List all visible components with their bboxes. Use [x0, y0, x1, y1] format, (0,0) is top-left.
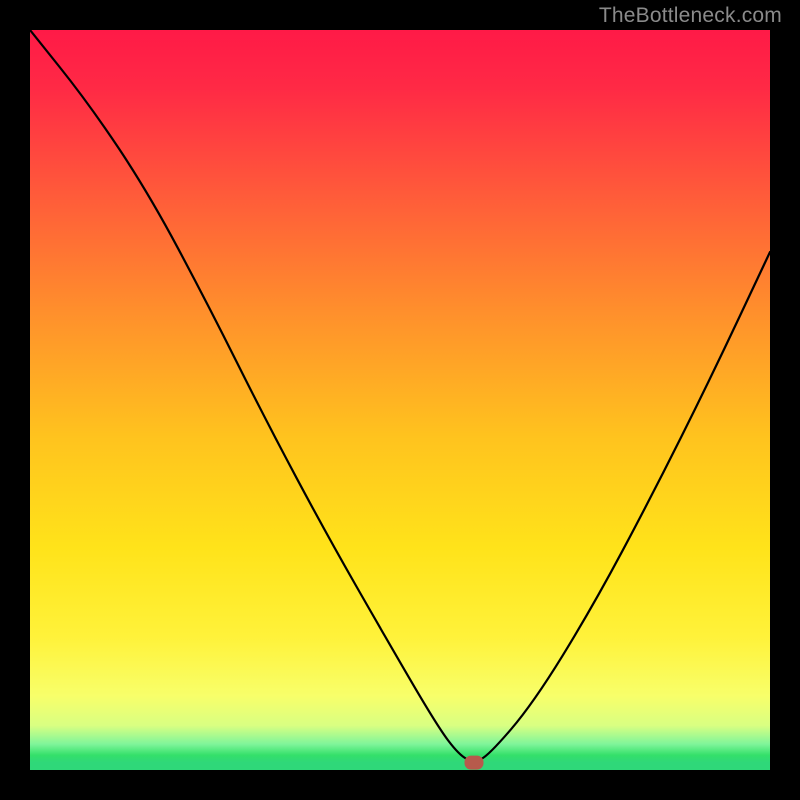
attribution-text: TheBottleneck.com: [599, 4, 782, 28]
bottleneck-curve: [30, 30, 770, 761]
chart-frame: TheBottleneck.com: [0, 0, 800, 800]
optimum-marker: [465, 756, 483, 769]
curve-layer: [30, 30, 770, 770]
plot-area: [30, 30, 770, 770]
